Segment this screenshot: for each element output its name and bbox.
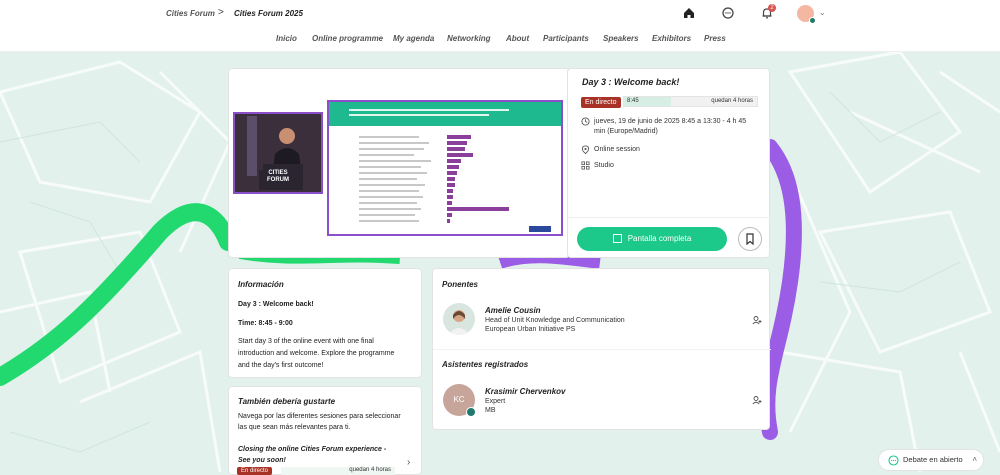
chat-bubble-icon [888,455,899,466]
nav-item-participants[interactable]: Participants [543,34,589,43]
information-title: Información [238,280,284,289]
speaker-org: European Urban Initiative PS [485,326,576,333]
nav-item-online-programme[interactable]: Online programme [312,34,383,43]
clock-icon [581,117,590,126]
nav-item-exhibitors[interactable]: Exhibitors [652,34,691,43]
presentation-slide [327,100,563,236]
information-body-line2: introduction and welcome. Explore the pr… [238,350,395,357]
online-status-dot [809,17,816,24]
nav-item-press[interactable]: Press [704,34,726,43]
fullscreen-label: Pantalla completa [627,234,692,243]
attendee-name: Krasimir Chervenkov [485,387,566,396]
event-date-line2: min (Europe/Madrid) [594,128,658,135]
live-badge: En directo [581,97,621,108]
chevron-up-icon[interactable]: ˄ [972,450,977,470]
top-bar: Cities Forum > Cities Forum 2025 2 ⌄ Ini… [0,0,1000,52]
related-desc-line1: Navega por las diferentes sesiones para … [238,413,401,420]
related-desc-line2: las que sean más relevantes para ti. [238,424,351,431]
nav-item-speakers[interactable]: Speakers [603,34,639,43]
attendees-title: Asistentes registrados [442,360,529,369]
session-type: Online session [594,146,640,153]
event-date-line1: jueves, 19 de junio de 2025 8:45 a 13:30… [594,118,747,125]
chevron-down-icon[interactable]: ⌄ [819,8,826,17]
information-body-line1: Start day 3 of the online event with one… [238,338,374,345]
room-name: Studio [594,162,614,169]
related-sessions-card: También debería gustarte Navega por las … [228,386,422,475]
user-avatar[interactable] [797,5,816,24]
chevron-right-icon[interactable]: › [407,457,410,468]
room-row: Studio [581,161,761,171]
time-remaining: quedan 4 horas [711,98,753,104]
main-nav: Inicio Online programme My agenda Networ… [0,34,1000,46]
information-subtitle: Day 3 : Welcome back! [238,301,314,308]
nav-item-inicio[interactable]: Inicio [276,34,297,43]
session-type-row: Online session [581,145,761,155]
speaker-name: Amelie Cousin [485,306,541,315]
information-time: Time: 8:45 - 9:00 [238,320,293,327]
grid-icon [581,161,590,170]
speaker-role: Head of Unit Knowledge and Communication [485,317,625,324]
start-time: 8:45 [627,98,639,104]
related-title: También debería gustarte [238,397,336,406]
notification-badge: 2 [768,4,776,12]
location-pin-icon [581,145,590,154]
forum-banner: CITIES FORUM [259,170,297,190]
related-item-live-badge: En directo [237,467,273,475]
speakers-title: Ponentes [442,280,479,289]
speaker-avatar [443,303,475,335]
date-row: jueves, 19 de junio de 2025 8:45 a 13:30… [581,117,761,139]
related-item-progress: quedan 4 horas [281,467,395,475]
event-details-panel: Day 3 : Welcome back! En directo 8:45 qu… [567,68,771,258]
chat-label: Debate en abierto [903,455,963,464]
information-body-line3: and the day's first outcome! [238,362,324,369]
speaker-video-feed: CITIES FORUM [233,112,323,194]
speakers-card: Ponentes Amelie Cousin Head of Unit Know… [432,268,771,430]
related-item-title-line1: Closing the online Cities Forum experien… [238,446,387,453]
breadcrumb-separator: > [218,7,224,18]
related-item-title-line2: See you soon! [238,457,286,464]
breadcrumb-current: Cities Forum 2025 [234,9,303,18]
nav-item-networking[interactable]: Networking [447,34,491,43]
add-contact-icon[interactable] [752,395,762,405]
attendee-org: MB [485,407,496,414]
fullscreen-icon [612,234,622,244]
open-chat-button[interactable]: Debate en abierto ˄ [878,449,984,471]
slide-header [329,102,561,126]
attendee-role: Expert [485,398,506,405]
bookmark-button[interactable] [738,227,762,251]
event-title: Day 3 : Welcome back! [582,77,680,87]
time-progress-bar: 8:45 quedan 4 horas [623,96,758,107]
home-icon[interactable] [682,6,696,20]
nav-item-about[interactable]: About [506,34,529,43]
bookmark-icon [746,233,754,246]
divider [433,349,771,350]
slide-bar-chart [359,135,551,232]
information-card: Información Day 3 : Welcome back! Time: … [228,268,422,378]
attendee-avatar: KC [443,384,476,417]
fullscreen-button[interactable]: Pantalla completa [577,227,727,251]
add-contact-icon[interactable] [752,315,762,325]
online-status-dot [466,407,476,417]
nav-item-my-agenda[interactable]: My agenda [393,34,434,43]
chat-icon[interactable] [721,6,735,20]
breadcrumb-parent[interactable]: Cities Forum [166,9,215,18]
divider [568,217,771,218]
